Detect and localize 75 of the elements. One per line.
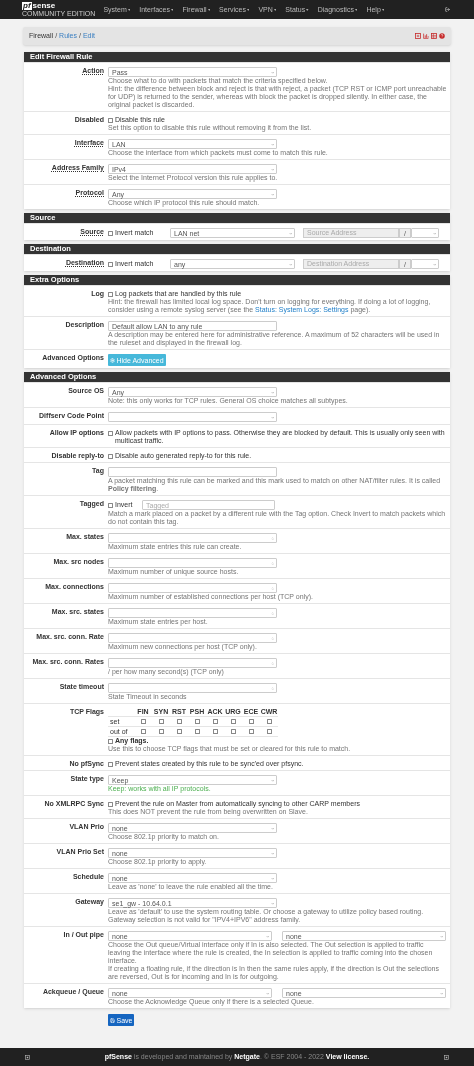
checkbox[interactable] — [230, 719, 236, 724]
caret-icon — [170, 8, 174, 11]
caret-icon — [439, 991, 443, 995]
checkbox[interactable] — [230, 729, 236, 734]
caret-icon — [265, 934, 269, 938]
checkbox[interactable] — [140, 719, 146, 724]
caret-icon — [288, 231, 292, 235]
logo-text: sense — [32, 1, 56, 10]
checkbox[interactable] — [158, 719, 164, 724]
caret-icon — [354, 8, 358, 11]
checkbox[interactable] — [108, 117, 113, 123]
input-field[interactable] — [108, 658, 277, 668]
checkbox[interactable] — [140, 729, 146, 734]
caret-icon — [273, 8, 277, 11]
checkbox[interactable] — [108, 761, 113, 767]
caret-icon — [270, 778, 274, 782]
input-field[interactable] — [108, 533, 277, 543]
checkbox[interactable] — [108, 738, 113, 744]
input-field[interactable] — [108, 583, 277, 593]
gear-icon — [110, 357, 115, 363]
checkbox[interactable] — [212, 719, 218, 724]
caret-icon — [270, 851, 274, 855]
checkbox[interactable] — [108, 502, 113, 508]
caret-icon — [306, 8, 309, 11]
checkbox[interactable] — [108, 430, 113, 436]
save-icon — [110, 1017, 115, 1023]
checkbox[interactable] — [108, 261, 113, 267]
caret-icon — [432, 231, 436, 235]
input-field[interactable] — [108, 467, 277, 477]
caret-icon — [127, 8, 131, 11]
caret-icon — [270, 876, 274, 880]
input-field[interactable] — [108, 608, 277, 618]
caret-icon — [270, 826, 274, 830]
caret-icon — [270, 415, 274, 419]
checkbox[interactable] — [176, 729, 182, 734]
select-field[interactable] — [411, 228, 439, 238]
table-icon[interactable] — [431, 33, 437, 39]
checkbox[interactable] — [266, 729, 272, 734]
caret-icon — [439, 934, 443, 938]
logo-mark: pf — [22, 1, 32, 10]
caret-icon — [265, 991, 269, 995]
input-field[interactable] — [108, 683, 277, 693]
caret-icon — [270, 901, 274, 905]
caret-icon — [432, 262, 436, 266]
square-icon[interactable] — [25, 1054, 30, 1060]
caret-icon — [270, 192, 274, 196]
select-field[interactable] — [108, 412, 277, 422]
help-icon[interactable] — [439, 33, 445, 39]
checkbox[interactable] — [266, 719, 272, 724]
caret-icon — [270, 142, 274, 146]
caret-icon — [270, 390, 274, 394]
document-icon[interactable] — [415, 33, 421, 39]
caret-icon — [246, 8, 250, 11]
logout-icon[interactable] — [445, 7, 450, 12]
checkbox[interactable] — [108, 230, 113, 236]
checkbox[interactable] — [212, 729, 218, 734]
input-field[interactable] — [108, 633, 277, 643]
input-field[interactable] — [108, 558, 277, 568]
checkbox[interactable] — [176, 719, 182, 724]
square-icon[interactable] — [444, 1054, 449, 1060]
bar-chart-icon[interactable] — [423, 33, 429, 39]
caret-icon — [381, 8, 385, 11]
checkbox[interactable] — [108, 453, 113, 459]
checkbox[interactable] — [248, 719, 254, 724]
caret-icon — [270, 167, 274, 171]
caret-icon — [288, 262, 292, 266]
checkbox[interactable] — [248, 729, 254, 734]
checkbox[interactable] — [158, 729, 164, 734]
checkbox[interactable] — [108, 801, 113, 807]
select-field[interactable] — [411, 259, 439, 269]
checkbox[interactable] — [108, 291, 113, 297]
caret-icon — [207, 8, 211, 11]
checkbox[interactable] — [194, 729, 200, 734]
checkbox[interactable] — [194, 719, 200, 724]
caret-icon — [270, 70, 274, 74]
